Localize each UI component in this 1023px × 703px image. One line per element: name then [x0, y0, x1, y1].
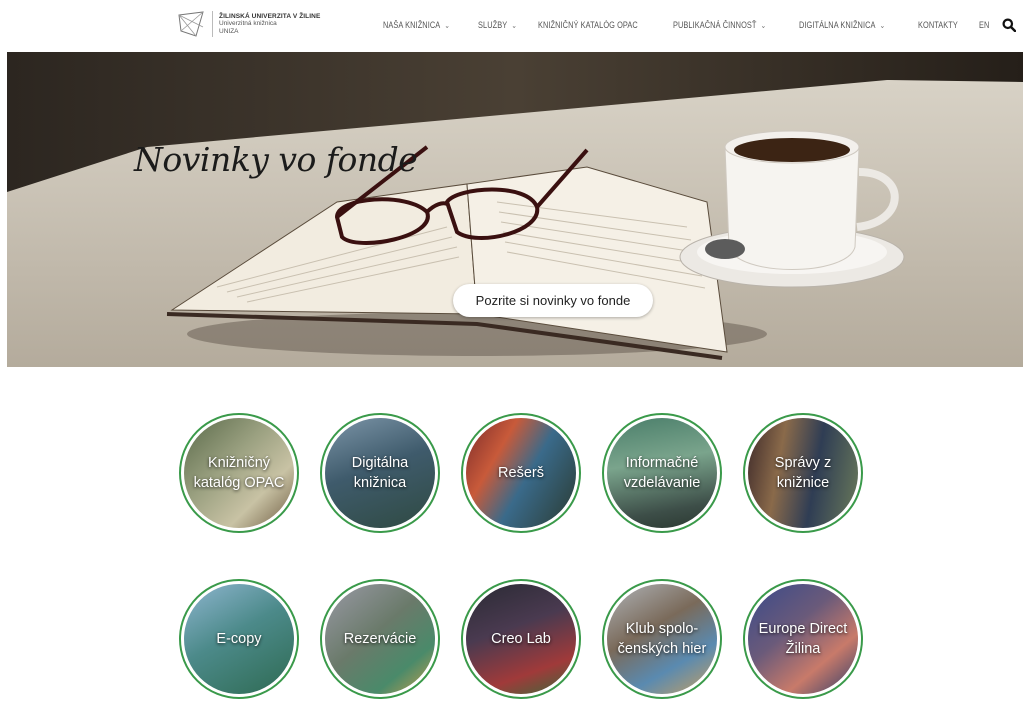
- nav-item-label: DIGITÁLNA KNIŽNICA: [799, 20, 876, 30]
- tile-klub-spolocenskych-hier[interactable]: Klub spolo-čenských hier: [602, 579, 722, 699]
- tile-image: Rezervácie: [325, 584, 435, 694]
- chevron-down-icon: ⌄: [444, 20, 450, 30]
- tile-label: Informačné vzdelávanie: [623, 455, 701, 491]
- nav-item-kontakty[interactable]: KONTAKTY: [918, 20, 958, 30]
- tile-image: Europe Direct Žilina: [748, 584, 858, 694]
- tile-image: Digitálna knižnica: [325, 418, 435, 528]
- tile-e-copy[interactable]: E-copy: [179, 579, 299, 699]
- tile-reserse[interactable]: Rešerš: [461, 413, 581, 533]
- logo-abbrev: UNIZA: [219, 27, 239, 35]
- tile-digitalna-kniznica[interactable]: Digitálna knižnica: [320, 413, 440, 533]
- tile-label: Europe Direct Žilina: [758, 621, 848, 657]
- tile-label: Klub spolo-čenských hier: [617, 621, 707, 657]
- language-switch-en[interactable]: EN: [979, 20, 989, 30]
- tile-label: Creo Lab: [491, 631, 551, 647]
- chevron-down-icon: ⌄: [760, 20, 766, 30]
- nav-item-digitalna-kniznica[interactable]: DIGITÁLNA KNIŽNICA ⌄: [799, 20, 885, 30]
- hero-background-image: [7, 52, 1023, 367]
- nav-item-label: KONTAKTY: [917, 20, 958, 30]
- hero-cta-button[interactable]: Pozrite si novinky vo fonde: [453, 284, 653, 317]
- chevron-down-icon: ⌄: [510, 20, 517, 30]
- nav-item-label: SLUŽBY: [477, 20, 507, 30]
- tile-label: E-copy: [216, 631, 262, 647]
- tile-rezervacie[interactable]: Rezervácie: [320, 579, 440, 699]
- tile-image: Informačné vzdelávanie: [607, 418, 717, 528]
- tile-kniznicny-katalog-opac[interactable]: Knižničný katalóg OPAC: [179, 413, 299, 533]
- tile-image: Klub spolo-čenských hier: [607, 584, 717, 694]
- nav-item-label: KNIŽNIČNÝ KATALÓG OPAC: [538, 20, 638, 30]
- chevron-down-icon: ⌄: [880, 20, 886, 30]
- tile-label: Správy z knižnice: [774, 455, 832, 491]
- tile-image: Správy z knižnice: [748, 418, 858, 528]
- logo-mark-icon: [178, 11, 204, 37]
- tile-image: Knižničný katalóg OPAC: [184, 418, 294, 528]
- tile-label: Rešerš: [498, 465, 544, 481]
- hero-banner: Novinky vo fonde Pozrite si novinky vo f…: [7, 52, 1023, 367]
- tile-creo-lab[interactable]: Creo Lab: [461, 579, 581, 699]
- tile-image: Creo Lab: [466, 584, 576, 694]
- hero-title: Novinky vo fonde: [134, 140, 418, 179]
- logo-text: ŽILINSKÁ UNIVERZITA V ŽILINE Univerzitná…: [219, 13, 320, 36]
- nav-item-katalog-opac[interactable]: KNIŽNIČNÝ KATALÓG OPAC: [538, 20, 638, 30]
- tile-image: Rešerš: [466, 418, 576, 528]
- tile-label: Knižničný katalóg OPAC: [193, 455, 285, 491]
- service-tiles: Knižničný katalóg OPAC Digitálna knižnic…: [179, 413, 869, 703]
- tile-europe-direct-zilina[interactable]: Europe Direct Žilina: [743, 579, 863, 699]
- site-logo[interactable]: ŽILINSKÁ UNIVERZITA V ŽILINE Univerzitná…: [176, 9, 320, 39]
- tile-spravy-z-kniznice[interactable]: Správy z knižnice: [743, 413, 863, 533]
- site-header: ŽILINSKÁ UNIVERZITA V ŽILINE Univerzitná…: [0, 0, 1023, 52]
- logo-divider: [212, 11, 213, 37]
- nav-item-sluzby[interactable]: SLUŽBY ⌄: [478, 20, 517, 30]
- nav-item-nasa-kniznica[interactable]: NAŠA KNIŽNICA ⌄: [383, 20, 450, 30]
- nav-item-label: PUBLIKAČNÁ ČINNOSŤ: [672, 20, 757, 30]
- nav-item-publikacna-cinnost[interactable]: PUBLIKAČNÁ ČINNOSŤ ⌄: [673, 20, 766, 30]
- tile-label: Digitálna knižnica: [351, 455, 409, 491]
- tile-label: Rezervácie: [343, 631, 417, 647]
- logo-library-name: Univerzitná knižnica: [219, 20, 277, 28]
- tile-image: E-copy: [184, 584, 294, 694]
- logo-university-name: ŽILINSKÁ UNIVERZITA V ŽILINE: [219, 12, 321, 20]
- search-icon[interactable]: [1002, 18, 1016, 32]
- nav-item-label: NAŠA KNIŽNICA: [383, 20, 441, 30]
- tile-informacne-vzdelavanie[interactable]: Informačné vzdelávanie: [602, 413, 722, 533]
- main-nav: NAŠA KNIŽNICA ⌄ SLUŽBY ⌄ KNIŽNIČNÝ KATALÓG…: [383, 18, 1016, 32]
